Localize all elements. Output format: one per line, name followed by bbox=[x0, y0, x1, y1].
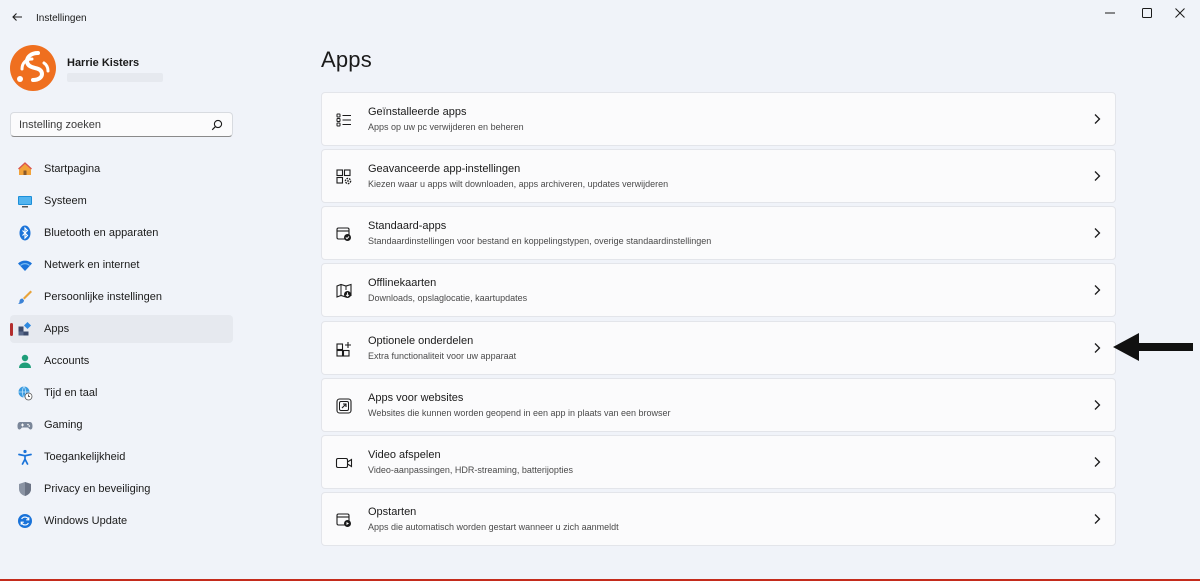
sidebar-item-toegankelijkheid[interactable]: Toegankelijkheid bbox=[10, 443, 233, 471]
sidebar-item-label: Privacy en beveiliging bbox=[44, 483, 151, 495]
card-subtitle: Extra functionaliteit voor uw apparaat bbox=[368, 351, 517, 361]
card-subtitle: Video-aanpassingen, HDR-streaming, batte… bbox=[368, 465, 573, 475]
card-installed-apps[interactable]: Geïnstalleerde apps Apps op uw pc verwij… bbox=[321, 92, 1116, 146]
card-subtitle: Kiezen waar u apps wilt downloaden, apps… bbox=[368, 179, 669, 189]
card-video-playback[interactable]: Video afspelen Video-aanpassingen, HDR-s… bbox=[321, 435, 1116, 489]
sidebar-item-label: Tijd en taal bbox=[44, 387, 98, 399]
sidebar-item-gaming[interactable]: Gaming bbox=[10, 411, 233, 439]
accessibility-icon bbox=[18, 449, 32, 465]
sidebar-item-windows-update[interactable]: Windows Update bbox=[10, 507, 233, 535]
sidebar-item-label: Gaming bbox=[44, 419, 83, 431]
maximize-icon bbox=[1142, 8, 1152, 18]
sidebar-item-bluetooth[interactable]: Bluetooth en apparaten bbox=[10, 219, 233, 247]
card-title: Optionele onderdelen bbox=[368, 335, 474, 347]
card-title: Offlinekaarten bbox=[368, 277, 437, 289]
offline-map-icon bbox=[336, 283, 352, 298]
sidebar-item-tijd-taal[interactable]: Tijd en taal bbox=[10, 379, 233, 407]
card-title: Geavanceerde app-instellingen bbox=[368, 163, 521, 175]
back-button[interactable] bbox=[6, 6, 28, 28]
gamepad-icon bbox=[17, 422, 33, 430]
minimize-button[interactable] bbox=[1090, 0, 1130, 26]
profile-name: Harrie Kisters bbox=[67, 57, 140, 69]
sidebar-item-privacy[interactable]: Privacy en beveiliging bbox=[10, 475, 233, 503]
default-apps-icon bbox=[336, 227, 351, 241]
settings-window: Instellingen Harrie Kisters Startpagina bbox=[0, 0, 1200, 579]
chevron-right-icon bbox=[1094, 285, 1101, 295]
wifi-icon bbox=[18, 260, 32, 271]
chevron-right-icon bbox=[1094, 457, 1101, 467]
startup-icon bbox=[336, 513, 351, 527]
chevron-right-icon bbox=[1094, 400, 1101, 410]
card-title: Geïnstalleerde apps bbox=[368, 106, 467, 118]
chevron-right-icon bbox=[1094, 514, 1101, 524]
shield-icon bbox=[19, 482, 31, 496]
close-icon bbox=[1175, 8, 1185, 18]
card-subtitle: Apps op uw pc verwijderen en beheren bbox=[368, 122, 524, 132]
card-optional-features[interactable]: Optionele onderdelen Extra functionalite… bbox=[321, 321, 1116, 375]
sidebar-item-label: Startpagina bbox=[44, 163, 101, 175]
chevron-right-icon bbox=[1094, 228, 1101, 238]
chevron-right-icon bbox=[1094, 343, 1101, 353]
bluetooth-icon bbox=[19, 225, 31, 241]
card-title: Opstarten bbox=[368, 506, 417, 518]
person-icon bbox=[19, 354, 31, 368]
search-input[interactable] bbox=[11, 113, 211, 136]
chevron-right-icon bbox=[1094, 171, 1101, 181]
card-default-apps[interactable]: Standaard-apps Standaardinstellingen voo… bbox=[321, 206, 1116, 260]
sidebar-item-startpagina[interactable]: Startpagina bbox=[10, 155, 233, 183]
brush-icon bbox=[18, 290, 32, 304]
window-title: Instellingen bbox=[36, 13, 87, 24]
close-button[interactable] bbox=[1160, 0, 1200, 26]
card-title: Standaard-apps bbox=[368, 220, 447, 232]
sidebar-item-persoonlijk[interactable]: Persoonlijke instellingen bbox=[10, 283, 233, 311]
title-bar: Instellingen bbox=[0, 0, 1200, 36]
annotation-arrow-icon bbox=[1113, 333, 1193, 361]
sidebar-item-netwerk[interactable]: Netwerk en internet bbox=[10, 251, 233, 279]
sidebar-item-label: Persoonlijke instellingen bbox=[44, 291, 163, 303]
card-subtitle: Websites die kunnen worden geopend in ee… bbox=[368, 408, 671, 418]
sidebar-item-label: Accounts bbox=[44, 355, 90, 367]
list-icon bbox=[336, 113, 351, 127]
card-subtitle: Apps die automatisch worden gestart wann… bbox=[368, 522, 619, 532]
sidebar-item-label: Apps bbox=[44, 323, 70, 335]
video-icon bbox=[335, 457, 353, 469]
globe-clock-icon bbox=[18, 386, 33, 401]
card-offline-maps[interactable]: Offlinekaarten Downloads, opslaglocatie,… bbox=[321, 263, 1116, 317]
card-startup[interactable]: Opstarten Apps die automatisch worden ge… bbox=[321, 492, 1116, 546]
avatar-logo-icon bbox=[17, 51, 50, 82]
sidebar-item-label: Toegankelijkheid bbox=[44, 451, 126, 463]
card-advanced-app-settings[interactable]: Geavanceerde app-instellingen Kiezen waa… bbox=[321, 149, 1116, 203]
sidebar-item-label: Windows Update bbox=[44, 515, 128, 527]
sidebar-item-label: Netwerk en internet bbox=[44, 259, 140, 271]
back-arrow-icon bbox=[12, 13, 22, 21]
apps-icon bbox=[18, 321, 32, 336]
search-box bbox=[10, 112, 233, 137]
card-title: Video afspelen bbox=[368, 449, 441, 461]
card-subtitle: Downloads, opslaglocatie, kaartupdates bbox=[368, 293, 528, 303]
sidebar-item-label: Bluetooth en apparaten bbox=[44, 227, 159, 239]
sidebar-item-accounts[interactable]: Accounts bbox=[10, 347, 233, 375]
card-apps-for-websites[interactable]: Apps voor websites Websites die kunnen w… bbox=[321, 378, 1116, 432]
add-grid-icon bbox=[336, 342, 351, 357]
avatar[interactable] bbox=[10, 45, 56, 91]
profile-email-redacted bbox=[67, 73, 163, 82]
home-icon bbox=[18, 162, 32, 175]
app-settings-icon bbox=[336, 169, 352, 185]
sidebar-item-label: Systeem bbox=[44, 195, 87, 207]
sidebar-item-apps[interactable]: Apps bbox=[10, 315, 233, 343]
page-title: Apps bbox=[321, 47, 372, 72]
open-link-icon bbox=[336, 398, 352, 414]
update-icon bbox=[18, 514, 32, 528]
system-monitor-icon bbox=[18, 196, 32, 208]
active-indicator bbox=[10, 323, 13, 336]
minimize-icon bbox=[1105, 12, 1115, 14]
card-title: Apps voor websites bbox=[368, 392, 464, 404]
sidebar-item-systeem[interactable]: Systeem bbox=[10, 187, 233, 215]
card-subtitle: Standaardinstellingen voor bestand en ko… bbox=[368, 236, 712, 246]
chevron-right-icon bbox=[1094, 114, 1101, 124]
search-icon[interactable] bbox=[211, 119, 223, 131]
